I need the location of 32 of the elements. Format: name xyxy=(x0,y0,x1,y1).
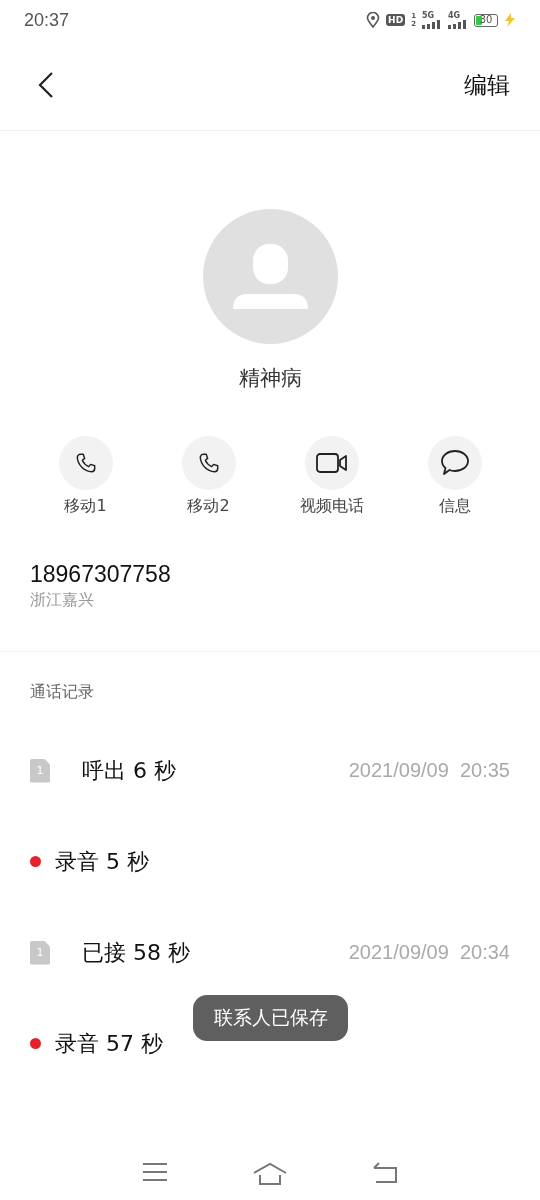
contact-action-button[interactable]: 移动1 xyxy=(24,436,147,517)
contact-action-button[interactable]: 信息 xyxy=(393,436,516,517)
recording-entry[interactable]: 录音 57 秒 xyxy=(55,1028,163,1059)
hd-badge: HD xyxy=(386,14,406,26)
video-camera-icon xyxy=(315,452,348,474)
home-icon[interactable] xyxy=(252,1162,288,1186)
back-icon[interactable] xyxy=(372,1162,398,1184)
section-title: 通话记录 xyxy=(29,682,95,703)
recording-entry[interactable]: 录音 5 秒 xyxy=(55,846,149,877)
number-location: 浙江嘉兴 xyxy=(30,590,95,611)
contact-action-button[interactable]: 移动2 xyxy=(147,436,270,517)
lightning-icon xyxy=(504,13,516,27)
signal-icon xyxy=(422,20,442,29)
phone-icon xyxy=(74,452,97,474)
toast-message: 联系人已保存 xyxy=(193,995,348,1041)
call-time: 2021/09/09 20:35 xyxy=(348,759,510,782)
contact-action-button[interactable]: 视频电话 xyxy=(270,436,393,517)
status-time: 20:37 xyxy=(24,9,70,31)
phone-number: 18967307758 xyxy=(30,561,172,588)
signal-icon xyxy=(448,20,468,29)
contact-name: 精神病 xyxy=(237,365,303,392)
call-entry: 已接 58 秒 xyxy=(82,938,190,967)
chat-bubble-icon xyxy=(439,449,470,477)
call-entry: 呼出 6 秒 xyxy=(82,756,176,785)
avatar-icon xyxy=(202,209,338,344)
menu-icon[interactable] xyxy=(142,1162,168,1182)
location-icon xyxy=(366,12,381,28)
network-type: 5G xyxy=(422,11,435,20)
phone-icon xyxy=(197,452,220,474)
network-type: 4G xyxy=(448,11,461,20)
edit-button[interactable]: 编辑 xyxy=(464,69,510,101)
call-time: 2021/09/09 20:34 xyxy=(348,941,510,964)
